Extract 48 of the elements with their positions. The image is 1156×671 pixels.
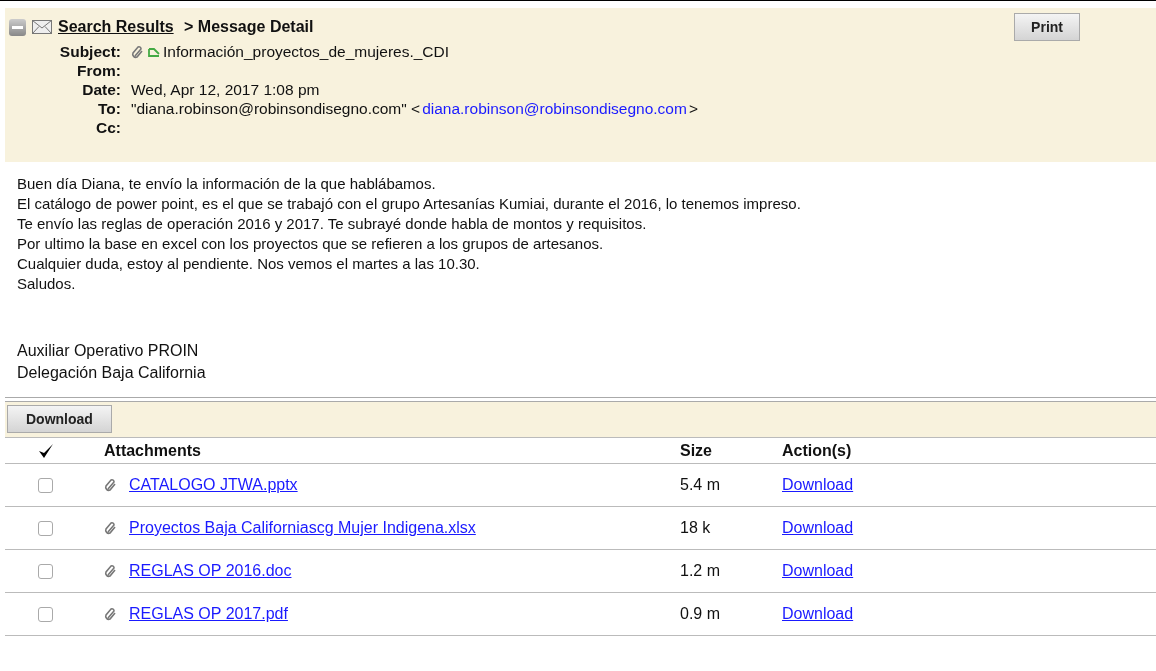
paperclip-icon bbox=[104, 521, 118, 535]
field-label: Date: bbox=[81, 80, 121, 99]
paperclip-icon bbox=[104, 564, 118, 578]
envelope-icon bbox=[32, 20, 52, 34]
email-link[interactable]: diana.robinson@robinsondisegno.com bbox=[422, 99, 687, 118]
message-line: El catálogo de power point, es el que se trabajó con el grupo Artesanías Kumiai, durante el 2016, lo tenemos impreso. bbox=[17, 194, 802, 214]
paperclip-icon bbox=[104, 478, 118, 492]
message-line: Buen día Diana, te envío la información de la que hablábamos. bbox=[17, 174, 437, 194]
file-size: 5.4 m bbox=[680, 476, 720, 493]
checkbox[interactable] bbox=[38, 520, 53, 536]
page-title: > Message Detail bbox=[183, 18, 314, 36]
paperclip-icon bbox=[131, 44, 145, 59]
checkbox[interactable] bbox=[38, 606, 53, 622]
field-label: Cc: bbox=[95, 118, 121, 137]
message-line: Cualquier duda, estoy al pendiente. Nos vemos el martes a las 10.30. bbox=[17, 254, 481, 274]
field-label: From: bbox=[76, 61, 121, 80]
checkbox[interactable] bbox=[38, 563, 53, 579]
download-button[interactable]: Download bbox=[7, 405, 112, 433]
print-button[interactable]: Print bbox=[1014, 13, 1080, 41]
field-label: To: bbox=[97, 99, 121, 118]
column-header: Action(s) bbox=[782, 441, 852, 459]
field-label: Subject: bbox=[58, 42, 121, 61]
attachment-link[interactable]: Proyectos Baja Californiascg Mujer Indigena.xlsx bbox=[129, 519, 476, 537]
download-link[interactable]: Download bbox=[782, 562, 854, 579]
subject-text: Información_proyectos_de_mujeres._CDI bbox=[163, 42, 450, 61]
column-header: Attachments bbox=[104, 441, 201, 460]
checkbox[interactable] bbox=[38, 477, 53, 493]
file-size: 18 k bbox=[680, 519, 711, 536]
collapse-icon[interactable] bbox=[9, 18, 26, 36]
download-link[interactable]: Download bbox=[782, 476, 854, 493]
recipient-text: "diana.robinson@robinsondisegno.com" < bbox=[131, 99, 421, 118]
attachment-link[interactable]: REGLAS OP 2016.doc bbox=[129, 562, 292, 580]
paperclip-icon bbox=[104, 607, 118, 621]
signature-line: Auxiliar Operativo PROIN bbox=[17, 341, 200, 361]
download-link[interactable]: Download bbox=[782, 519, 854, 536]
file-size: 1.2 m bbox=[680, 562, 720, 579]
attachment-link[interactable]: CATALOGO JTWA.pptx bbox=[129, 476, 298, 494]
field-value: Wed, Apr 12, 2017 1:08 pm bbox=[131, 80, 320, 99]
recipient-text: > bbox=[688, 99, 698, 118]
message-line: Por ultimo la base en excel con los proyectos que se refieren a los grupos de artesanos. bbox=[17, 234, 605, 254]
signature-line: Delegación Baja California bbox=[17, 363, 207, 383]
breadcrumb-link[interactable]: Search Results bbox=[58, 18, 174, 36]
file-size: 0.9 m bbox=[680, 605, 720, 622]
download-link[interactable]: Download bbox=[782, 605, 854, 622]
message-line: Te envío las reglas de operación 2016 y 2017. Te subrayé donde habla de montos y requisitos. bbox=[17, 214, 648, 234]
message-line: Saludos. bbox=[17, 274, 77, 294]
column-header: Size bbox=[680, 441, 712, 459]
attachment-link[interactable]: REGLAS OP 2017.pdf bbox=[129, 605, 288, 623]
